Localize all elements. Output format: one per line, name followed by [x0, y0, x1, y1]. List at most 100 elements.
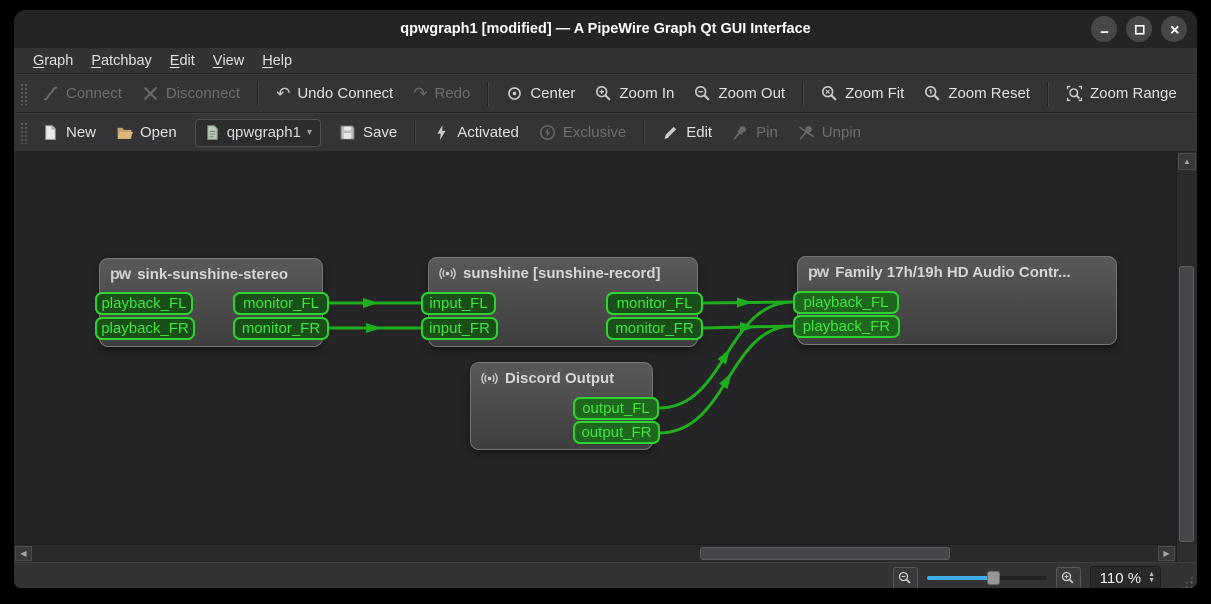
port-family-playback-fl[interactable]: playback_FL [793, 291, 899, 314]
zoom-out-button[interactable]: Zoom Out [684, 75, 795, 112]
node-title: sunshine [sunshine-record] [429, 258, 697, 289]
port-sunshine-monitor-fl[interactable]: monitor_FL [606, 292, 703, 315]
edit-button[interactable]: Edit [652, 114, 722, 151]
zoom-out-button-small[interactable] [893, 567, 918, 589]
node-title: pw Family 17h/19h HD Audio Contr... [798, 257, 1116, 288]
button-label: Zoom Range [1090, 85, 1177, 102]
graph-toolbar: Connect Disconnect ↶ Undo Connect ↷ Redo… [14, 74, 1197, 113]
scroll-left-button[interactable]: ◀ [15, 546, 32, 561]
menu-label: elp [273, 53, 292, 69]
port-sink-playback-fl[interactable]: playback_FL [95, 292, 193, 315]
port-sink-playback-fr[interactable]: playback_FR [95, 317, 195, 340]
menu-view[interactable]: View [204, 48, 253, 73]
zoom-in-button-small[interactable] [1056, 567, 1081, 589]
arrow-left-icon: ◀ [20, 549, 26, 558]
port-discord-output-fl[interactable]: output_FL [573, 397, 659, 420]
open-button[interactable]: Open [106, 114, 187, 151]
zoom-slider[interactable] [927, 568, 1047, 588]
pin-button[interactable]: Pin [722, 114, 788, 151]
zoom-in-icon [595, 85, 612, 102]
menu-patchbay[interactable]: Patchbay [82, 48, 160, 73]
menu-label: G [33, 53, 44, 69]
port-sunshine-input-fr[interactable]: input_FR [421, 317, 498, 340]
toolbar-separator [257, 82, 259, 106]
save-button[interactable]: Save [329, 114, 407, 151]
port-discord-output-fr[interactable]: output_FR [573, 421, 660, 444]
menu-label: raph [44, 53, 73, 69]
toolbar-handle[interactable] [20, 83, 27, 105]
vertical-scrollbar[interactable]: ▲ ▼ [1176, 152, 1197, 562]
disconnect-button[interactable]: Disconnect [132, 75, 250, 112]
arrow-up-icon: ▲ [1183, 157, 1191, 166]
titlebar[interactable]: qpwgraph1 [modified] — A PipeWire Graph … [14, 10, 1197, 48]
menu-help[interactable]: Help [253, 48, 301, 73]
zoom-reset-button[interactable]: Zoom Reset [914, 75, 1040, 112]
new-button[interactable]: New [32, 114, 106, 151]
center-icon [506, 85, 523, 102]
slider-handle[interactable] [987, 571, 1000, 585]
node-title: Discord Output [471, 363, 652, 394]
resize-grip[interactable] [1179, 575, 1194, 588]
toolbar-separator [643, 121, 645, 145]
unpin-icon [798, 124, 815, 141]
connection-arrow-icon [737, 298, 753, 308]
menu-label: atchbay [101, 53, 152, 69]
pipewire-icon: pw [808, 266, 828, 280]
combo-value: qpwgraph1 [227, 124, 301, 141]
toolbar-separator [414, 121, 416, 145]
undo-connect-button[interactable]: ↶ Undo Connect [266, 75, 403, 112]
close-icon [1166, 21, 1183, 38]
window-title: qpwgraph1 [modified] — A PipeWire Graph … [14, 10, 1197, 48]
activated-button[interactable]: Activated [423, 114, 529, 151]
spinbox-arrows[interactable]: ▲▼ [1148, 572, 1155, 585]
undo-icon: ↶ [276, 85, 290, 102]
unpin-button[interactable]: Unpin [788, 114, 871, 151]
canvas-area: pw sink-sunshine-stereo sunshine [sunshi… [14, 152, 1197, 562]
button-label: Activated [457, 124, 519, 141]
zoom-spinbox[interactable]: 110 % ▲▼ [1090, 566, 1161, 589]
redo-icon: ↷ [413, 85, 427, 102]
patchbay-file-icon [204, 124, 221, 141]
menu-edit[interactable]: Edit [161, 48, 204, 73]
zoom-range-button[interactable]: Zoom Range [1056, 75, 1187, 112]
port-sink-monitor-fl[interactable]: monitor_FL [233, 292, 329, 315]
maximize-button[interactable] [1126, 16, 1152, 42]
button-label: Unpin [822, 124, 861, 141]
button-label: Edit [686, 124, 712, 141]
slider-fill [927, 576, 993, 580]
minimize-button[interactable] [1091, 16, 1117, 42]
horizontal-scrollbar[interactable]: ◀ ▶ [14, 544, 1176, 562]
new-file-icon [42, 124, 59, 141]
lightning-icon [433, 124, 450, 141]
scrollbar-corner [1177, 544, 1197, 562]
scroll-up-button[interactable]: ▲ [1178, 153, 1196, 170]
pencil-icon [662, 124, 679, 141]
port-sink-monitor-fr[interactable]: monitor_FR [233, 317, 329, 340]
graph-canvas[interactable]: pw sink-sunshine-stereo sunshine [sunshi… [14, 152, 1176, 544]
port-sunshine-monitor-fr[interactable]: monitor_FR [606, 317, 703, 340]
zoom-in-button[interactable]: Zoom In [585, 75, 684, 112]
patchbay-profile-select[interactable]: qpwgraph1 ▾ [195, 119, 321, 147]
zoom-value: 110 % [1100, 570, 1141, 587]
close-button[interactable] [1161, 16, 1187, 42]
zoom-in-icon [1061, 571, 1075, 585]
port-family-playback-fr[interactable]: playback_FR [793, 315, 900, 338]
chevron-down-icon: ▾ [307, 127, 312, 138]
redo-button[interactable]: ↷ Redo [403, 75, 480, 112]
connect-button[interactable]: Connect [32, 75, 132, 112]
button-label: New [66, 124, 96, 141]
center-button[interactable]: Center [496, 75, 585, 112]
exclusive-button[interactable]: Exclusive [529, 114, 636, 151]
menu-graph[interactable]: Graph [24, 48, 82, 73]
horizontal-scrollbar-thumb[interactable] [700, 547, 950, 560]
connect-icon [42, 85, 59, 102]
toolbar-handle[interactable] [20, 122, 27, 144]
scroll-right-button[interactable]: ▶ [1158, 546, 1175, 561]
maximize-icon [1131, 21, 1148, 38]
vertical-scrollbar-thumb[interactable] [1179, 266, 1194, 542]
zoom-fit-button[interactable]: Zoom Fit [811, 75, 914, 112]
button-label: Exclusive [563, 124, 626, 141]
menu-label: P [91, 53, 101, 69]
stream-monitor-icon [481, 370, 498, 387]
port-sunshine-input-fl[interactable]: input_FL [421, 292, 496, 315]
